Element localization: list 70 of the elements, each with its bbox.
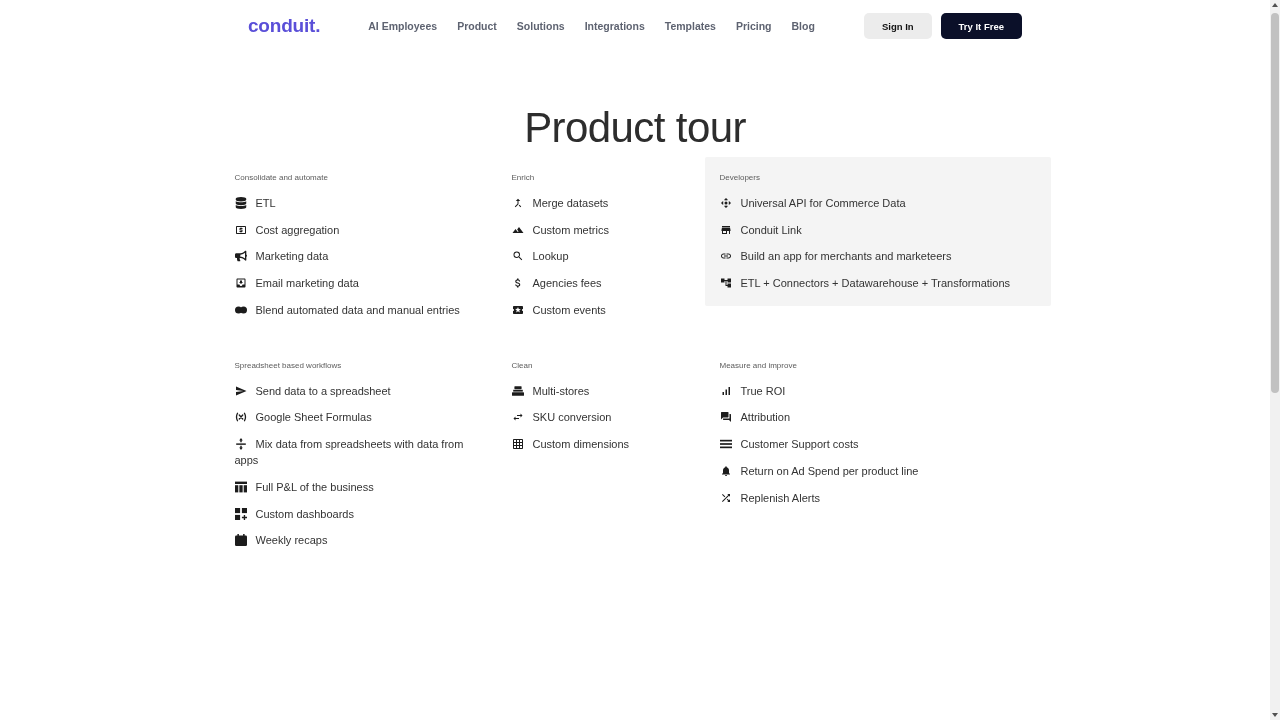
feature-link[interactable]: Attribution [719, 409, 1036, 426]
section-heading: Clean [511, 359, 533, 372]
feature-link[interactable]: Full P&L of the business [234, 478, 482, 495]
scrollbar[interactable] [1270, 0, 1280, 720]
feature-link[interactable]: Merge datasets [511, 195, 690, 211]
table-icon [234, 480, 247, 493]
feature-link[interactable]: Agencies fees [511, 275, 690, 292]
feature-link[interactable]: Marketing data [234, 248, 482, 265]
feature-link[interactable]: Universal API for Commerce Data [719, 195, 1036, 211]
tree-nodes-icon [719, 277, 732, 290]
nav-link[interactable]: Integrations [584, 20, 645, 32]
feature-link[interactable]: SKU conversion [511, 409, 690, 426]
nav-link[interactable]: AI Employees [368, 20, 438, 32]
feature-link[interactable]: Lookup [511, 248, 690, 265]
feature-link[interactable]: Blend automated data and manual entries [234, 301, 482, 318]
lines-icon [719, 438, 732, 451]
divide-icon [234, 438, 247, 451]
ticket-icon [511, 303, 524, 316]
nav-link[interactable]: Solutions [516, 20, 565, 32]
sign-in-button[interactable]: Sign In [863, 13, 932, 39]
nav-link[interactable]: Pricing [735, 20, 772, 32]
nav-link[interactable]: Blog [791, 20, 815, 32]
megaphone-icon [234, 250, 247, 263]
feature-link[interactable]: Replenish Alerts [719, 489, 1036, 506]
section-heading: Developers [719, 172, 760, 184]
feature-link[interactable]: Custom events [511, 301, 690, 318]
search-icon [511, 250, 524, 263]
send-icon [234, 384, 247, 397]
calendar-icon [234, 534, 247, 547]
feature-link[interactable]: Mix data from spreadsheets with data from apps [234, 436, 482, 469]
shuffle-icon [719, 491, 732, 504]
money-card-icon [234, 223, 247, 236]
feature-link[interactable]: True ROI [719, 382, 1036, 399]
feature-link[interactable]: Custom metrics [511, 221, 690, 238]
feature-link[interactable]: Multi-stores [511, 382, 690, 399]
database-icon [234, 197, 247, 209]
bell-icon [719, 464, 732, 477]
feature-link[interactable]: Google Sheet Formulas [234, 409, 482, 426]
section-heading: Spreadsheet based workflows [234, 359, 342, 372]
feature-link[interactable]: Build an app for merchants and marketeers [719, 248, 1036, 265]
nav-link[interactable]: Templates [664, 20, 716, 32]
feature-link[interactable]: ETL [234, 195, 482, 211]
scrollbar-thumb[interactable] [1271, 13, 1279, 393]
scroll-up-arrow-icon[interactable] [1272, 3, 1278, 7]
page-title: Product tour [524, 103, 746, 153]
feature-link[interactable]: Weekly recaps [234, 532, 482, 549]
variable-icon [234, 411, 247, 424]
feature-link[interactable]: Cost aggregation [234, 221, 482, 238]
inbox-tray-icon [234, 277, 247, 290]
storefront-icon [719, 223, 732, 236]
chat-bubbles-icon [719, 411, 732, 424]
section-heading: Enrich [511, 172, 535, 184]
feature-link[interactable]: Return on Ad Spend per product line [719, 462, 1036, 479]
logo[interactable]: conduit. [248, 15, 321, 37]
feature-link[interactable]: Email marketing data [234, 275, 482, 292]
feature-link[interactable]: Custom dimensions [511, 436, 690, 453]
grid-icon [511, 438, 524, 451]
scroll-down-arrow-icon[interactable] [1272, 713, 1278, 717]
feature-link[interactable]: Custom dashboards [234, 505, 482, 522]
try-free-button[interactable]: Try It Free [940, 13, 1022, 39]
stacked-boxes-icon [511, 384, 524, 397]
dashboard-icon [234, 507, 247, 520]
nav-link[interactable]: Product [457, 20, 497, 32]
section-heading: Consolidate and automate [234, 172, 328, 184]
feature-link[interactable]: Send data to a spreadsheet [234, 382, 482, 399]
feature-link[interactable]: ETL + Connectors + Datawarehouse + Transformations [719, 275, 1036, 292]
move-arrows-icon [719, 197, 732, 209]
feature-link[interactable]: Conduit Link [719, 221, 1036, 238]
feature-link[interactable]: Customer Support costs [719, 436, 1036, 453]
section-heading: Measure and improve [719, 359, 797, 372]
